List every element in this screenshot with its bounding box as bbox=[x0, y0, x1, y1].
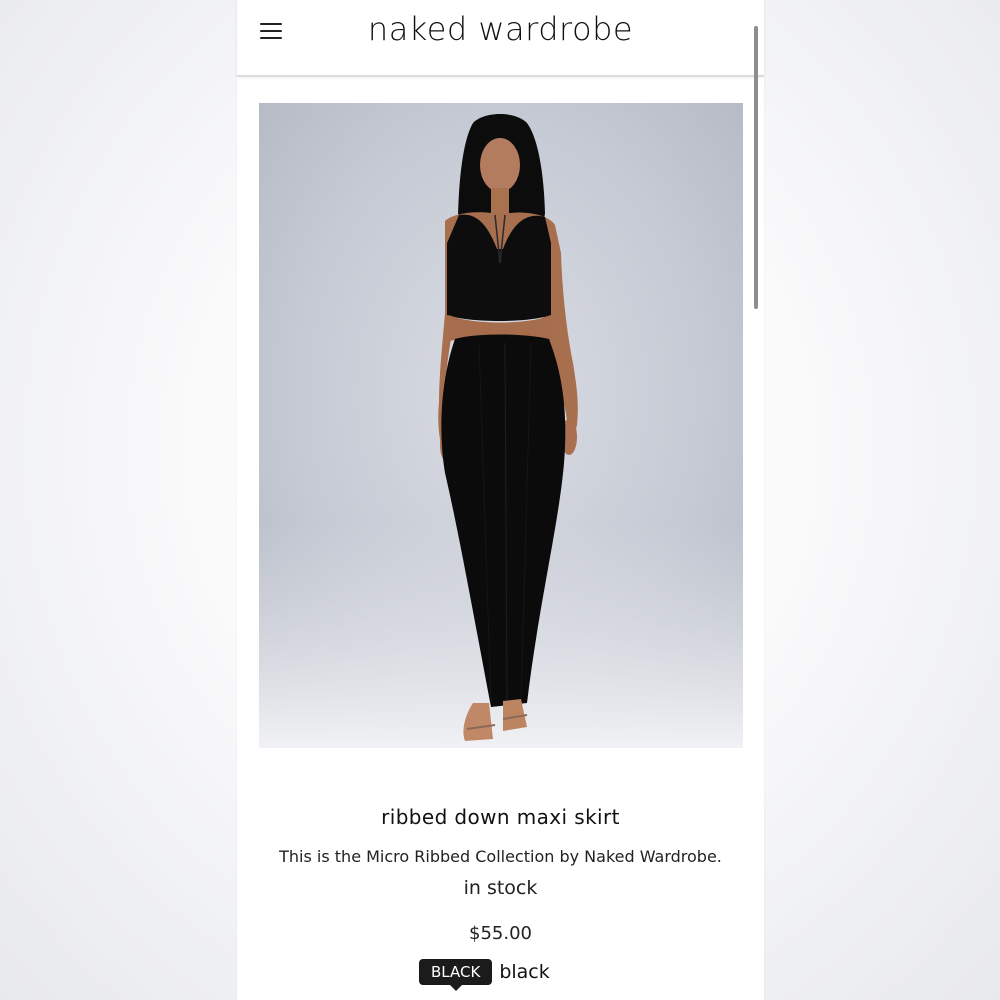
product-title: ribbed down maxi skirt bbox=[381, 805, 620, 829]
product-image[interactable] bbox=[259, 103, 743, 748]
color-selector: BLACK black bbox=[419, 957, 550, 991]
mobile-page: naked wardrobe ribbed down maxi skirt Th… bbox=[237, 0, 764, 1000]
site-logo[interactable]: naked wardrobe bbox=[237, 10, 764, 48]
color-label: black bbox=[499, 961, 550, 983]
product-description: This is the Micro Ribbed Collection by N… bbox=[279, 847, 722, 866]
site-header: naked wardrobe bbox=[237, 0, 764, 77]
page-scrollbar[interactable] bbox=[754, 26, 758, 309]
stock-status: in stock bbox=[463, 877, 538, 899]
color-swatch-black[interactable]: BLACK bbox=[419, 959, 493, 991]
product-price: $55.00 bbox=[469, 923, 532, 944]
